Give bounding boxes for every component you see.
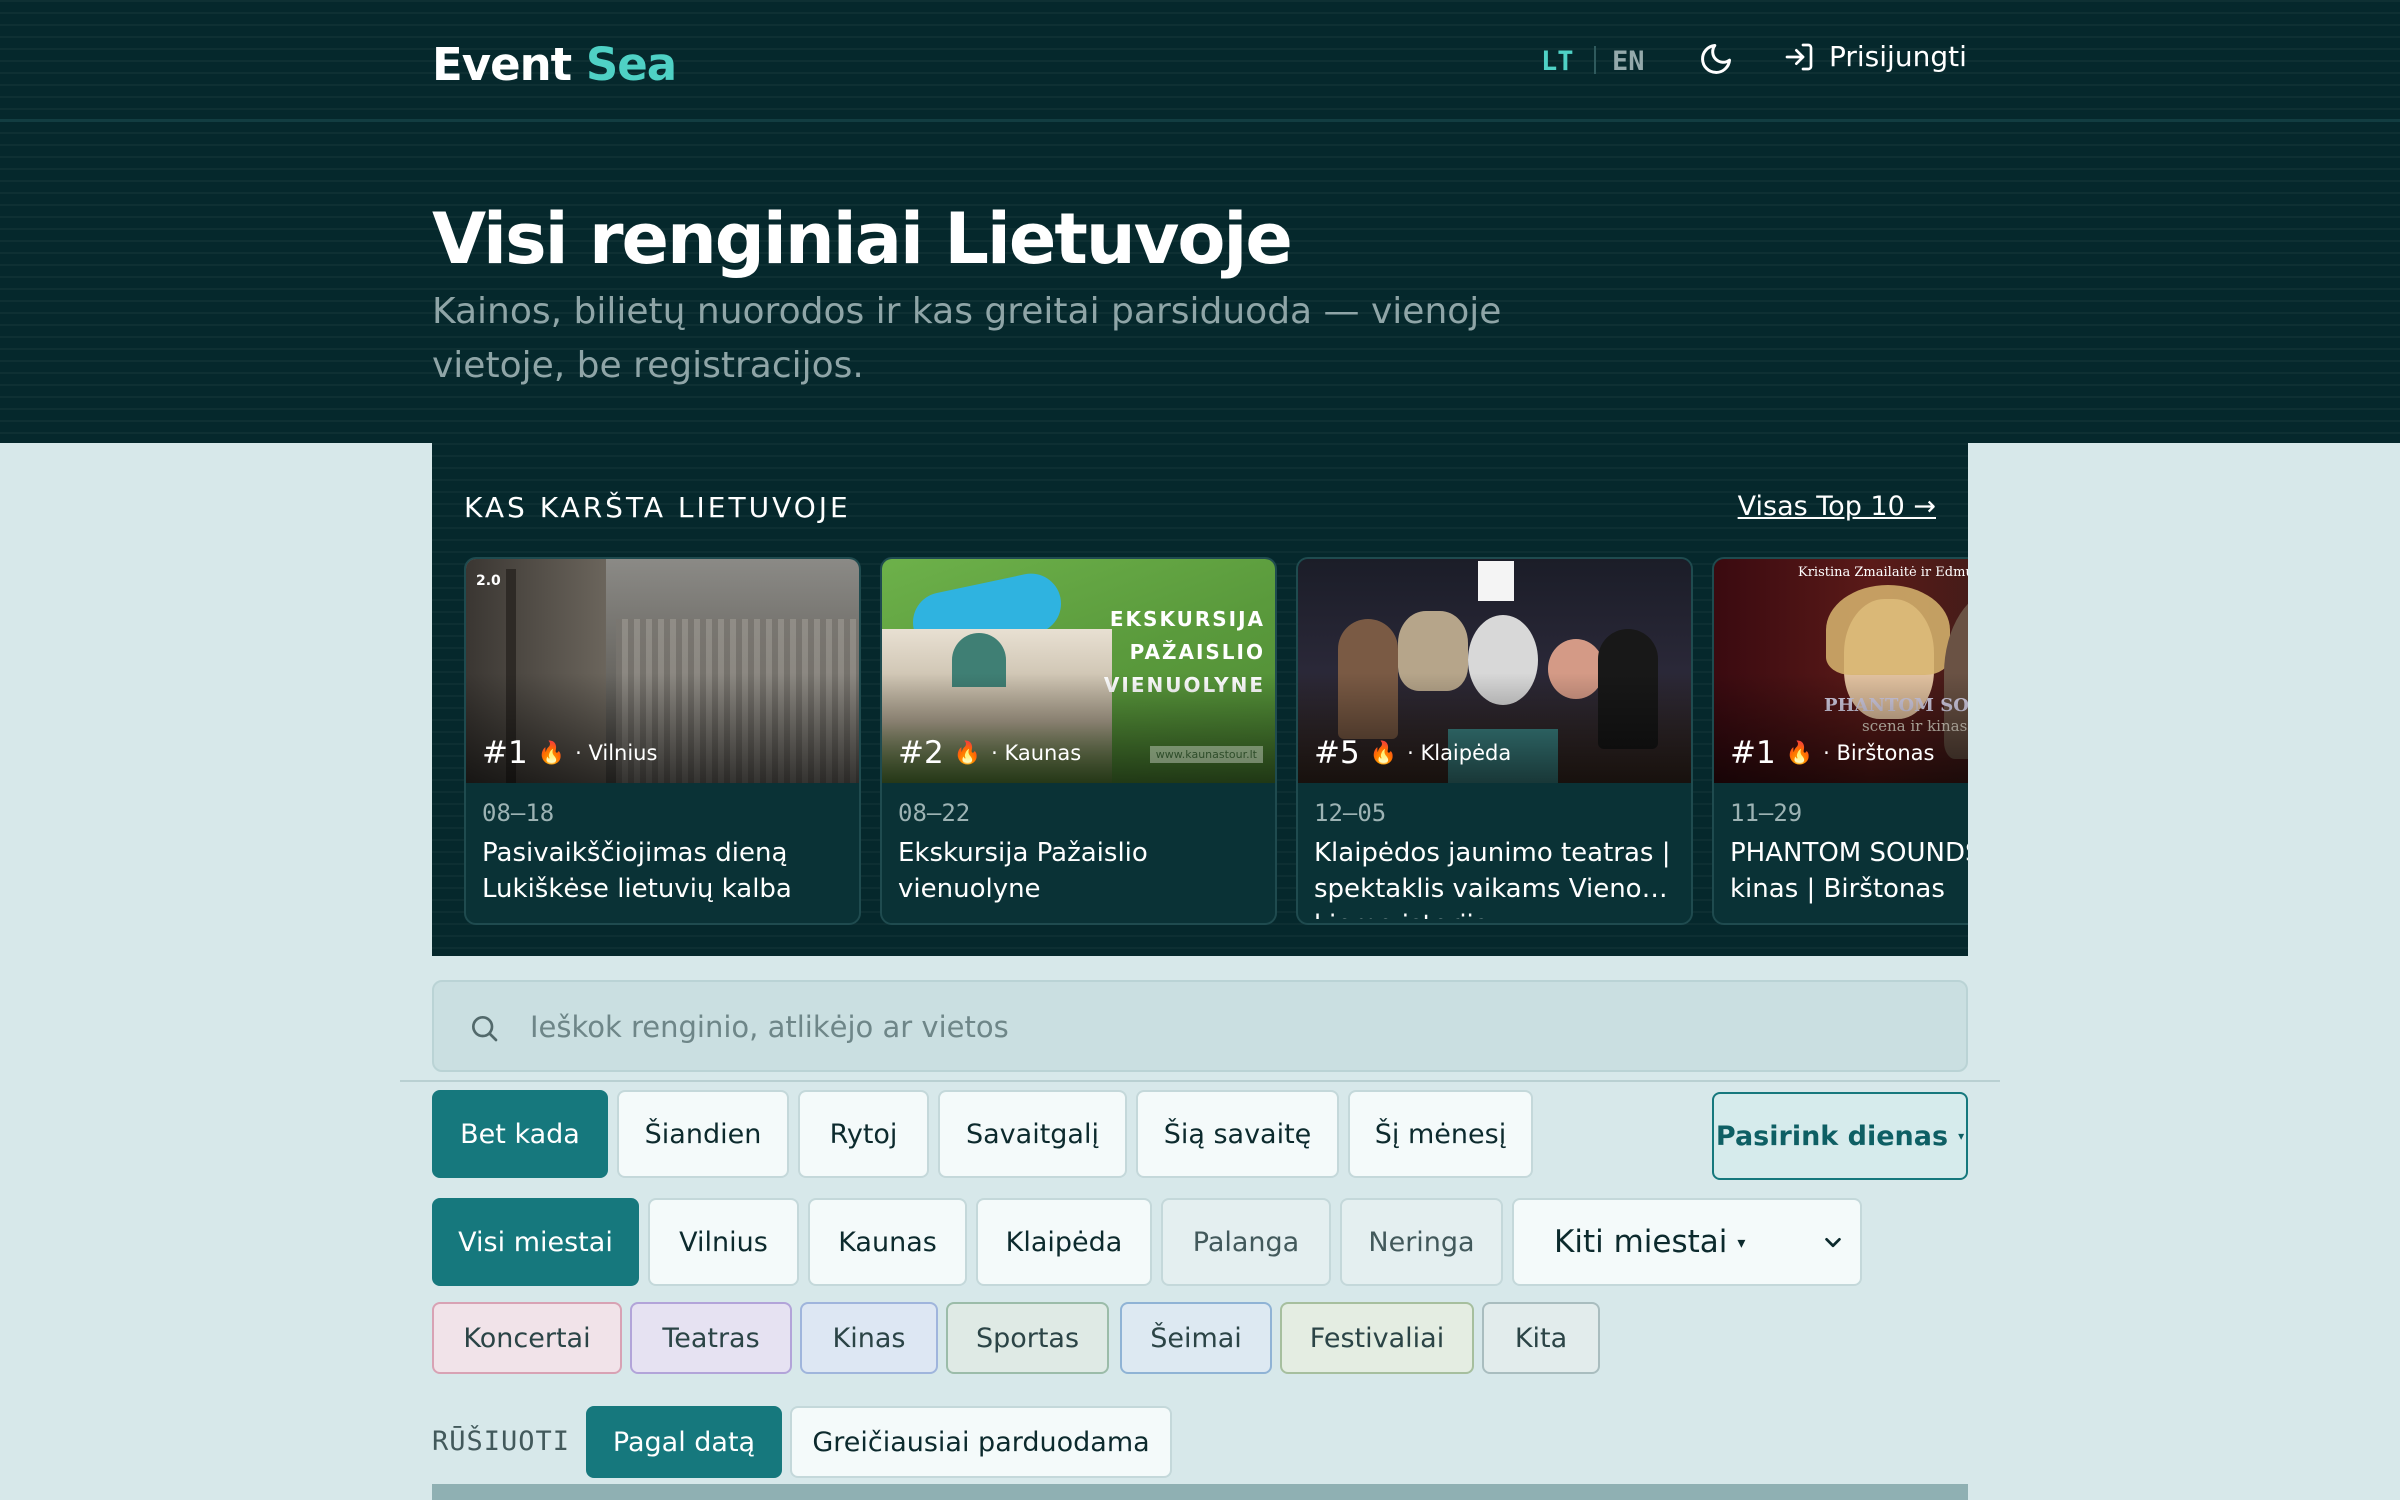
event-card[interactable]: #5 🔥 · Klaipėda 12–05 Klaipėdos jaunimo … (1296, 557, 1693, 925)
date-filter-tomorrow[interactable]: Rytoj (798, 1090, 929, 1178)
card-city: · Birštonas (1823, 741, 1935, 765)
category-family[interactable]: Šeimai (1120, 1302, 1272, 1374)
card-city: · Vilnius (575, 741, 658, 765)
category-festivals[interactable]: Festivaliai (1280, 1302, 1474, 1374)
category-concerts[interactable]: Koncertai (432, 1302, 622, 1374)
fire-icon: 🔥 (953, 740, 982, 766)
actor-shape (1598, 629, 1658, 749)
theatre-logo-shape (1478, 561, 1514, 601)
card-date: 12–05 (1314, 799, 1387, 827)
sort-by-date[interactable]: Pagal datą (586, 1406, 782, 1478)
image-badge: 2.0 (476, 573, 501, 589)
date-filter-today[interactable]: Šiandien (617, 1090, 789, 1178)
card-title: Pasivaikščiojimas dieną Lukiškėse lietuv… (482, 838, 792, 904)
top10-link[interactable]: Visas Top 10 → (1738, 491, 1936, 522)
pick-days-label: Pasirink dienas (1715, 1120, 1949, 1152)
image-subtitle: scena ir kinas (1862, 717, 1968, 735)
event-image: Kristina Zmailaitė ir Edmund PHANTOM SOU… (1714, 559, 1968, 783)
chevron-down-icon (1825, 1237, 1841, 1248)
card-rank: #1 (1730, 735, 1776, 771)
sort-label: RŪŠIUOTI (432, 1426, 571, 1457)
logo[interactable]: Event Sea (432, 38, 677, 91)
singer-hair-shape (1826, 585, 1950, 675)
city-filter-vilnius[interactable]: Vilnius (648, 1198, 799, 1286)
lang-en-button[interactable]: EN (1612, 46, 1645, 77)
card-date: 08–18 (482, 799, 555, 827)
date-filter-this-week[interactable]: Šią savaitę (1136, 1090, 1339, 1178)
image-credits: Kristina Zmailaitė ir Edmund (1798, 565, 1968, 580)
image-title: PHANTOM SOUNDS (1824, 695, 1968, 716)
card-rank-row: #1 🔥 · Vilnius (482, 735, 657, 771)
caret-down-icon: ▾ (1958, 1129, 1965, 1143)
other-cities-select[interactable]: Kiti miestai ▾ (1512, 1198, 1862, 1286)
login-button[interactable]: Prisijungti (1783, 40, 1967, 73)
puppet-shape (1548, 639, 1604, 699)
search-icon (472, 1016, 498, 1042)
event-card[interactable]: Kristina Zmailaitė ir Edmund PHANTOM SOU… (1712, 557, 1968, 925)
card-date: 11–29 (1730, 799, 1803, 827)
sort-by-fastest-selling[interactable]: Greičiausiai parduodama (790, 1406, 1172, 1478)
card-rank: #1 (482, 735, 528, 771)
card-title: PHANTOM SOUNDS scena ir kinas | Birštona… (1730, 838, 1968, 904)
puppet-shape (1398, 611, 1468, 691)
hot-section-title: KAS KARŠTA LIETUVOJE (464, 491, 851, 524)
event-image: EKSKURSIJA PAŽAISLIO VIENUOLYNE www.kaun… (882, 559, 1275, 783)
card-rank-row: #2 🔥 · Kaunas (898, 735, 1081, 771)
city-filter-kaunas[interactable]: Kaunas (808, 1198, 967, 1286)
image-url: www.kaunastour.lt (1149, 746, 1263, 763)
city-filter-palanga[interactable]: Palanga (1161, 1198, 1331, 1286)
login-label: Prisijungti (1829, 40, 1967, 73)
search-bar (432, 980, 1968, 1072)
fire-icon: 🔥 (1785, 740, 1814, 766)
actor-shape (1944, 589, 1968, 759)
category-other[interactable]: Kita (1482, 1302, 1600, 1374)
category-cinema[interactable]: Kinas (800, 1302, 938, 1374)
card-city: · Klaipėda (1407, 741, 1512, 765)
event-image: 2.0 #1 🔥 · Vilnius (466, 559, 859, 783)
lang-lt-button[interactable]: LT (1541, 46, 1574, 77)
caret-down-icon: ▾ (1737, 1232, 1746, 1252)
puppet-shape (1468, 615, 1538, 705)
date-filter-this-month[interactable]: Šį mėnesį (1348, 1090, 1533, 1178)
header-hero-section: Event Sea LT EN Prisijungti Visi rengini… (0, 0, 2400, 443)
results-panel-edge (432, 1484, 1968, 1500)
date-filter-weekend[interactable]: Savaitgalį (938, 1090, 1127, 1178)
card-rank: #5 (1314, 735, 1360, 771)
category-theatre[interactable]: Teatras (630, 1302, 792, 1374)
category-sports[interactable]: Sportas (946, 1302, 1109, 1374)
event-card[interactable]: 2.0 #1 🔥 · Vilnius 08–18 Pasivaikščiojim… (464, 557, 861, 925)
moon-icon[interactable] (1698, 41, 1734, 77)
card-rank-row: #1 🔥 · Birštonas (1730, 735, 1934, 771)
pick-days-button[interactable]: Pasirink dienas ▾ (1712, 1092, 1968, 1180)
card-rank-row: #5 🔥 · Klaipėda (1314, 735, 1511, 771)
city-filter-neringa[interactable]: Neringa (1340, 1198, 1503, 1286)
event-image: #5 🔥 · Klaipėda (1298, 559, 1691, 783)
filter-divider (400, 1080, 2000, 1082)
card-title: Klaipėdos jaunimo teatras | spektaklis v… (1314, 838, 1671, 919)
actor-shape (1338, 619, 1398, 739)
lang-separator (1594, 46, 1596, 74)
card-date: 08–22 (898, 799, 971, 827)
search-input[interactable] (530, 1002, 1930, 1052)
card-title: Ekskursija Pažaislio vienuolyne (898, 838, 1148, 904)
page-title: Visi renginiai Lietuvoje (432, 198, 1293, 280)
hot-events-section: KAS KARŠTA LIETUVOJE Visas Top 10 → 2.0 … (432, 443, 1968, 956)
page-subtitle: Kainos, bilietų nuorodos ir kas greitai … (432, 291, 1502, 386)
fire-icon: 🔥 (1369, 740, 1398, 766)
city-filter-klaipeda[interactable]: Klaipėda (976, 1198, 1152, 1286)
fire-icon: 🔥 (537, 740, 566, 766)
date-filter-any[interactable]: Bet kada (432, 1090, 608, 1178)
dome-shape (952, 633, 1006, 687)
card-city: · Kaunas (991, 741, 1082, 765)
nav-divider (0, 119, 2400, 122)
city-filter-all[interactable]: Visi miestai (432, 1198, 639, 1286)
other-cities-label: Kiti miestai (1554, 1224, 1728, 1260)
image-headline: EKSKURSIJA PAŽAISLIO VIENUOLYNE (1103, 607, 1265, 697)
sign-in-icon (1785, 43, 1813, 70)
card-rank: #2 (898, 735, 944, 771)
event-card[interactable]: EKSKURSIJA PAŽAISLIO VIENUOLYNE www.kaun… (880, 557, 1277, 925)
